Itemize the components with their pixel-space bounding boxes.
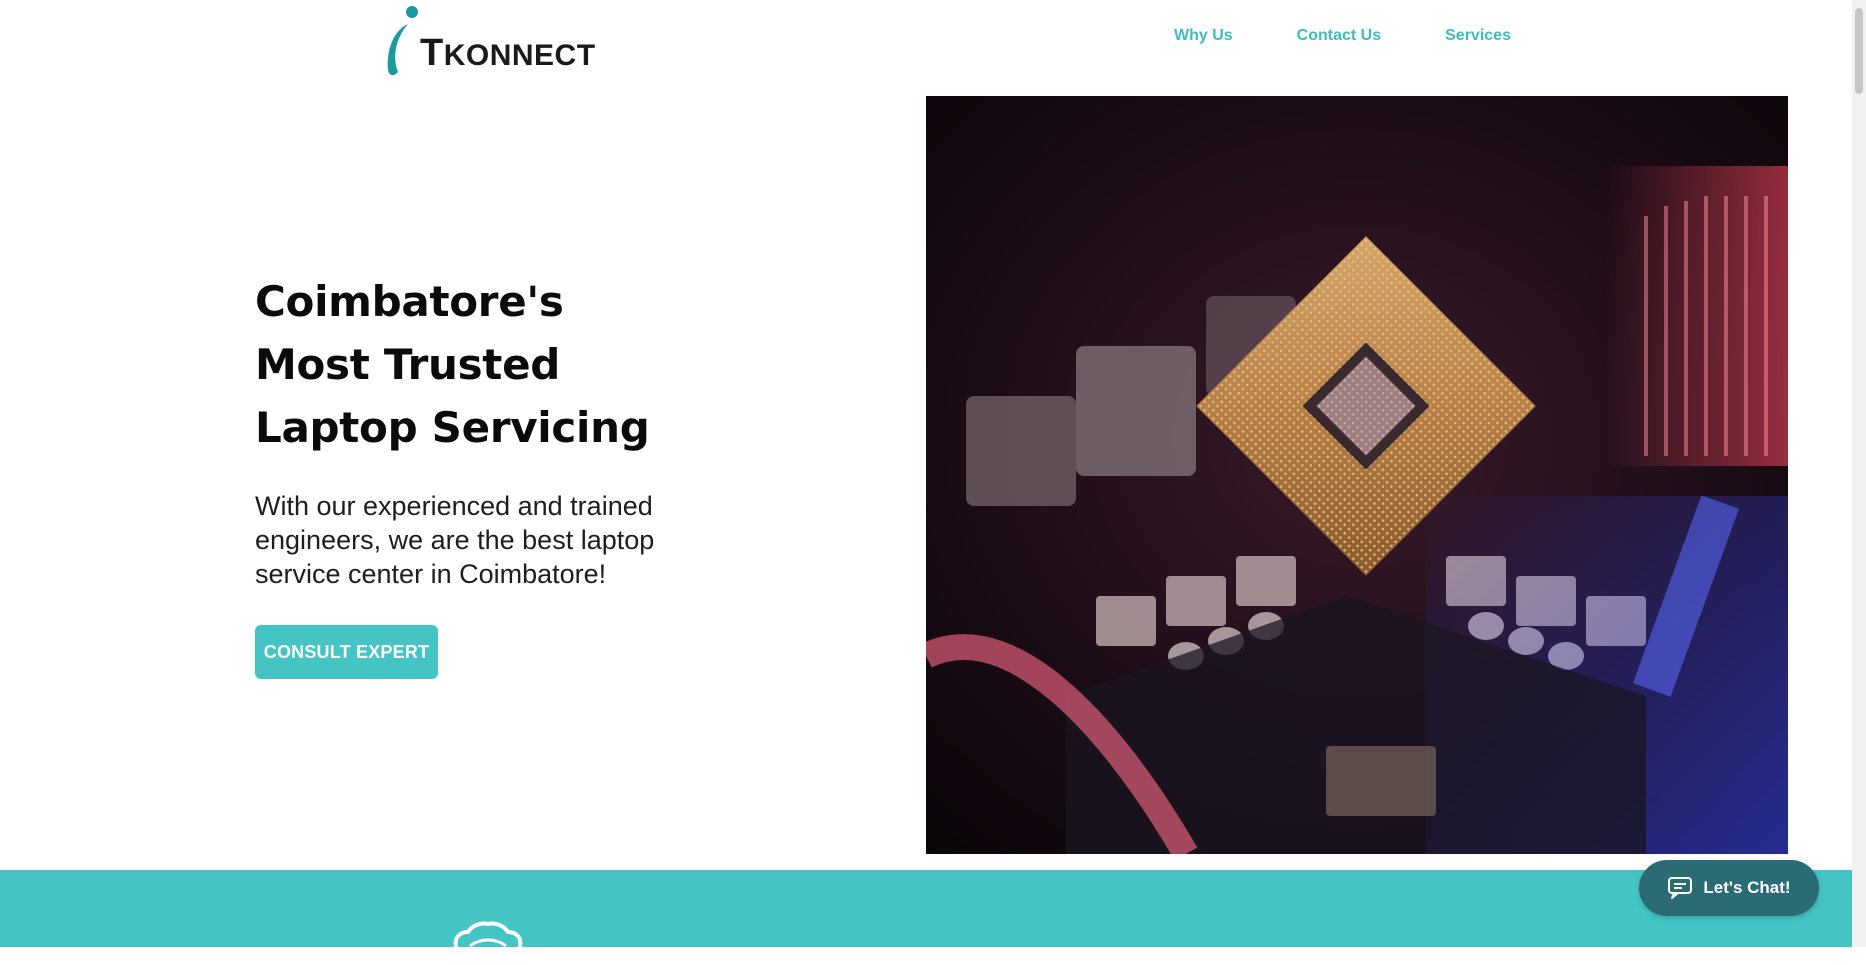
logo-text: TKONNECT xyxy=(420,32,596,74)
nav-services[interactable]: Services xyxy=(1445,27,1511,45)
consult-expert-button[interactable]: CONSULT EXPERT xyxy=(255,625,438,679)
nav-why-us[interactable]: Why Us xyxy=(1174,27,1233,45)
scroll-thumb[interactable] xyxy=(1855,8,1863,94)
page-scrollbar[interactable] xyxy=(1852,0,1866,947)
hero-description: With our experienced and trained enginee… xyxy=(255,491,655,589)
hero-title-line-2: Most Trusted xyxy=(255,340,561,389)
chat-bubble-icon xyxy=(1667,876,1693,900)
lets-chat-button[interactable]: Let's Chat! xyxy=(1639,860,1819,916)
main-nav: Why Us Contact Us Services xyxy=(1174,27,1511,45)
features-band xyxy=(0,870,1866,947)
lets-chat-label: Let's Chat! xyxy=(1703,878,1791,897)
site-logo[interactable]: TKONNECT xyxy=(384,4,596,78)
motherboard-cpu-photo-icon xyxy=(926,96,1788,854)
itkonnect-i-logo-icon xyxy=(384,6,418,78)
nav-contact-us[interactable]: Contact Us xyxy=(1297,27,1381,45)
hero-title-line-3: Laptop Servicing xyxy=(255,403,650,452)
hero-title: Coimbatore's Most Trusted Laptop Servici… xyxy=(255,270,775,459)
hero-title-line-1: Coimbatore's xyxy=(255,277,564,326)
badge-icon xyxy=(452,920,524,962)
